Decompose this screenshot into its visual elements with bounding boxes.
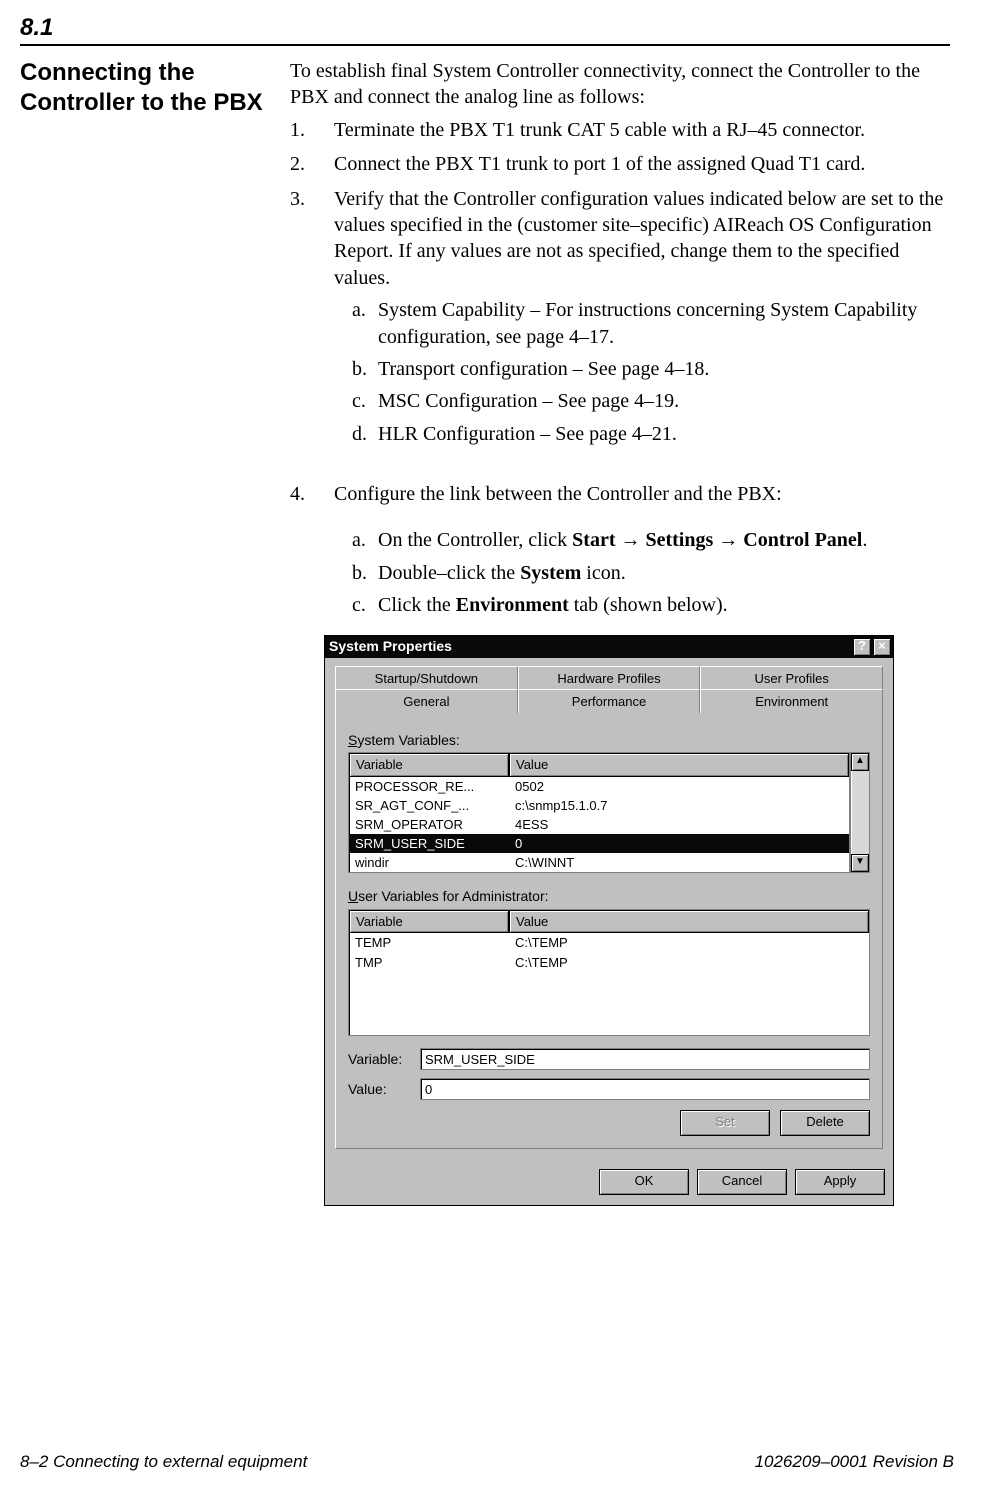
table-row[interactable]: windirC:\WINNT <box>349 853 849 872</box>
step-3c-text: MSC Configuration – See page 4–19. <box>378 388 950 414</box>
table-row[interactable]: TMPC:\TEMP <box>349 953 869 973</box>
tab-environment[interactable]: Environment <box>700 689 883 713</box>
step-2-marker: 2. <box>290 151 334 177</box>
section-rule <box>20 44 950 46</box>
step-3-text: Verify that the Controller configuration… <box>334 188 943 289</box>
table-row[interactable]: SRM_OPERATOR4ESS <box>349 815 849 834</box>
step-4c-marker: c. <box>334 592 378 618</box>
close-icon[interactable]: × <box>873 638 891 656</box>
step-3a-text: System Capability – For instructions con… <box>378 297 950 350</box>
tab-hardware-profiles[interactable]: Hardware Profiles <box>518 666 701 690</box>
section-heading: Connecting the Controller to the PBX <box>20 58 290 1206</box>
tab-performance[interactable]: Performance <box>518 689 701 713</box>
section-number: 8.1 <box>20 14 950 42</box>
step-4-text: Configure the link between the Controlle… <box>334 483 782 505</box>
step-4b-marker: b. <box>334 560 378 586</box>
column-header-value[interactable]: Value <box>509 753 849 776</box>
column-header-value[interactable]: Value <box>509 910 869 933</box>
step-4c-text: Click the Environment tab (shown below). <box>378 592 950 618</box>
step-4-marker: 4. <box>290 481 334 625</box>
table-row[interactable]: SRM_USER_SIDE0 <box>349 834 849 853</box>
step-3b-text: Transport configuration – See page 4–18. <box>378 356 950 382</box>
step-1-text: Terminate the PBX T1 trunk CAT 5 cable w… <box>334 117 950 143</box>
step-4a-marker: a. <box>334 527 378 553</box>
step-1-marker: 1. <box>290 117 334 143</box>
help-icon[interactable]: ? <box>853 638 871 656</box>
step-4b-text: Double–click the System icon. <box>378 560 950 586</box>
cancel-button[interactable]: Cancel <box>697 1169 787 1195</box>
tab-general[interactable]: General <box>335 689 518 713</box>
step-3b-marker: b. <box>334 356 378 382</box>
scroll-up-icon[interactable]: ▲ <box>851 753 869 771</box>
table-row[interactable]: PROCESSOR_RE...0502 <box>349 777 849 796</box>
system-variables-list[interactable]: Variable Value PROCESSOR_RE...0502SR_AGT… <box>348 752 850 873</box>
step-3a-marker: a. <box>334 297 378 350</box>
user-variables-label: User Variables for Administrator: <box>348 887 870 905</box>
table-row[interactable]: TEMPC:\TEMP <box>349 933 869 953</box>
value-input[interactable]: 0 <box>420 1078 870 1100</box>
column-header-variable[interactable]: Variable <box>349 753 509 776</box>
step-3c-marker: c. <box>334 388 378 414</box>
footer-right: 1026209–0001 Revision B <box>755 1452 954 1472</box>
delete-button[interactable]: Delete <box>780 1110 870 1136</box>
system-variables-scrollbar[interactable]: ▲ ▼ <box>850 752 870 873</box>
step-4a-text: On the Controller, click Start → Setting… <box>378 527 950 553</box>
scroll-down-icon[interactable]: ▼ <box>851 854 869 872</box>
system-properties-dialog: System Properties ? × Startup/Shutdown H… <box>324 635 894 1206</box>
tab-startup-shutdown[interactable]: Startup/Shutdown <box>335 666 518 690</box>
step-3d-text: HLR Configuration – See page 4–21. <box>378 421 950 447</box>
dialog-titlebar[interactable]: System Properties ? × <box>325 636 893 658</box>
ok-button[interactable]: OK <box>599 1169 689 1195</box>
system-variables-label: System Variables: <box>348 731 870 749</box>
footer-left: 8–2 Connecting to external equipment <box>20 1452 307 1472</box>
step-3-marker: 3. <box>290 186 334 454</box>
table-row[interactable]: SR_AGT_CONF_...c:\snmp15.1.0.7 <box>349 796 849 815</box>
user-variables-list[interactable]: Variable Value TEMPC:\TEMPTMPC:\TEMP <box>348 909 870 1036</box>
value-field-label: Value: <box>348 1080 420 1098</box>
intro-paragraph: To establish final System Controller con… <box>290 58 950 111</box>
apply-button[interactable]: Apply <box>795 1169 885 1195</box>
variable-field-label: Variable: <box>348 1050 420 1068</box>
column-header-variable[interactable]: Variable <box>349 910 509 933</box>
step-2-text: Connect the PBX T1 trunk to port 1 of th… <box>334 151 950 177</box>
tab-user-profiles[interactable]: User Profiles <box>700 666 883 690</box>
variable-input[interactable]: SRM_USER_SIDE <box>420 1048 870 1070</box>
set-button[interactable]: Set <box>680 1110 770 1136</box>
step-3d-marker: d. <box>334 421 378 447</box>
dialog-title: System Properties <box>329 637 452 655</box>
